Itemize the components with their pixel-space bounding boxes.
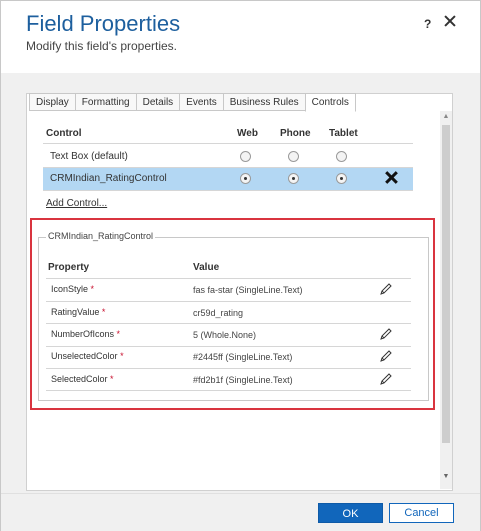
row-divider <box>46 323 411 324</box>
row-divider <box>46 390 411 391</box>
required-marker: * <box>90 284 95 294</box>
property-name: SelectedColor * <box>51 374 114 384</box>
required-marker: * <box>101 307 106 317</box>
required-marker: * <box>110 374 114 384</box>
property-name: UnselectedColor * <box>51 351 124 361</box>
property-row-selectedcolor[interactable]: SelectedColor * #fd2b1f (SingleLine.Text… <box>46 370 411 392</box>
web-radio[interactable] <box>240 173 251 184</box>
pencil-icon[interactable] <box>379 282 393 296</box>
pencil-icon[interactable] <box>379 372 393 386</box>
scroll-down-arrow-icon[interactable]: ▼ <box>440 473 452 483</box>
close-icon[interactable] <box>443 14 457 28</box>
help-button[interactable]: ? <box>424 17 431 31</box>
control-name: Text Box (default) <box>50 151 128 162</box>
property-value: fas fa-star (SingleLine.Text) <box>193 285 303 295</box>
control-column-header: Control <box>46 128 82 139</box>
properties-legend: CRMIndian_RatingControl <box>46 231 156 241</box>
pencil-icon[interactable] <box>379 327 393 341</box>
dialog-subtitle: Modify this field's properties. <box>26 39 178 53</box>
property-value: #2445ff (SingleLine.Text) <box>193 352 293 362</box>
property-value: #fd2b1f (SingleLine.Text) <box>193 375 293 385</box>
row-divider <box>46 368 411 369</box>
dialog-title: Field Properties <box>26 11 181 36</box>
tab-business-rules[interactable]: Business Rules <box>222 93 306 111</box>
property-row-ratingvalue[interactable]: RatingValue * cr59d_rating <box>46 303 411 325</box>
header-divider <box>46 278 411 279</box>
control-row-rating-control[interactable]: CRMIndian_RatingControl <box>43 168 413 190</box>
phone-column-header: Phone <box>280 128 311 139</box>
control-row-textbox[interactable]: Text Box (default) <box>43 146 413 168</box>
required-marker: * <box>120 351 124 361</box>
web-radio[interactable] <box>240 151 251 162</box>
property-row-unselectedcolor[interactable]: UnselectedColor * #2445ff (SingleLine.Te… <box>46 347 411 369</box>
property-column-header: Property <box>48 262 90 273</box>
cancel-button[interactable]: Cancel <box>389 503 454 523</box>
pencil-icon[interactable] <box>379 349 393 363</box>
field-properties-dialog: Field Properties Modify this field's pro… <box>0 0 481 531</box>
tab-controls[interactable]: Controls <box>304 93 356 112</box>
tab-details[interactable]: Details <box>135 93 181 111</box>
tablet-radio[interactable] <box>336 151 347 162</box>
tab-events[interactable]: Events <box>179 93 224 111</box>
property-name: NumberOfIcons * <box>51 329 121 339</box>
remove-control-icon[interactable] <box>385 171 399 185</box>
control-name: CRMIndian_RatingControl <box>50 173 167 184</box>
property-name: IconStyle * <box>51 284 95 294</box>
property-name: RatingValue * <box>51 307 106 317</box>
property-value: cr59d_rating <box>193 308 244 318</box>
add-control-link[interactable]: Add Control... <box>46 198 107 209</box>
tablet-radio[interactable] <box>336 173 347 184</box>
tab-formatting[interactable]: Formatting <box>74 93 137 111</box>
web-column-header: Web <box>237 128 258 139</box>
value-column-header: Value <box>193 262 220 273</box>
tab-display[interactable]: Display <box>29 93 76 111</box>
tab-strip: Display Formatting Details Events Busine… <box>29 93 356 112</box>
tablet-column-header: Tablet <box>329 128 358 139</box>
header-divider <box>43 143 413 144</box>
property-row-iconstyle[interactable]: IconStyle * fas fa-star (SingleLine.Text… <box>46 280 411 302</box>
ok-button[interactable]: OK <box>318 503 383 523</box>
row-divider <box>43 190 413 191</box>
property-row-numberoficons[interactable]: NumberOfIcons * 5 (Whole.None) <box>46 325 411 347</box>
row-divider <box>46 301 411 302</box>
phone-radio[interactable] <box>288 173 299 184</box>
phone-radio[interactable] <box>288 151 299 162</box>
scroll-thumb[interactable] <box>442 125 450 443</box>
property-value: 5 (Whole.None) <box>193 330 257 340</box>
required-marker: * <box>116 329 121 339</box>
scroll-up-arrow-icon[interactable]: ▲ <box>440 113 452 123</box>
